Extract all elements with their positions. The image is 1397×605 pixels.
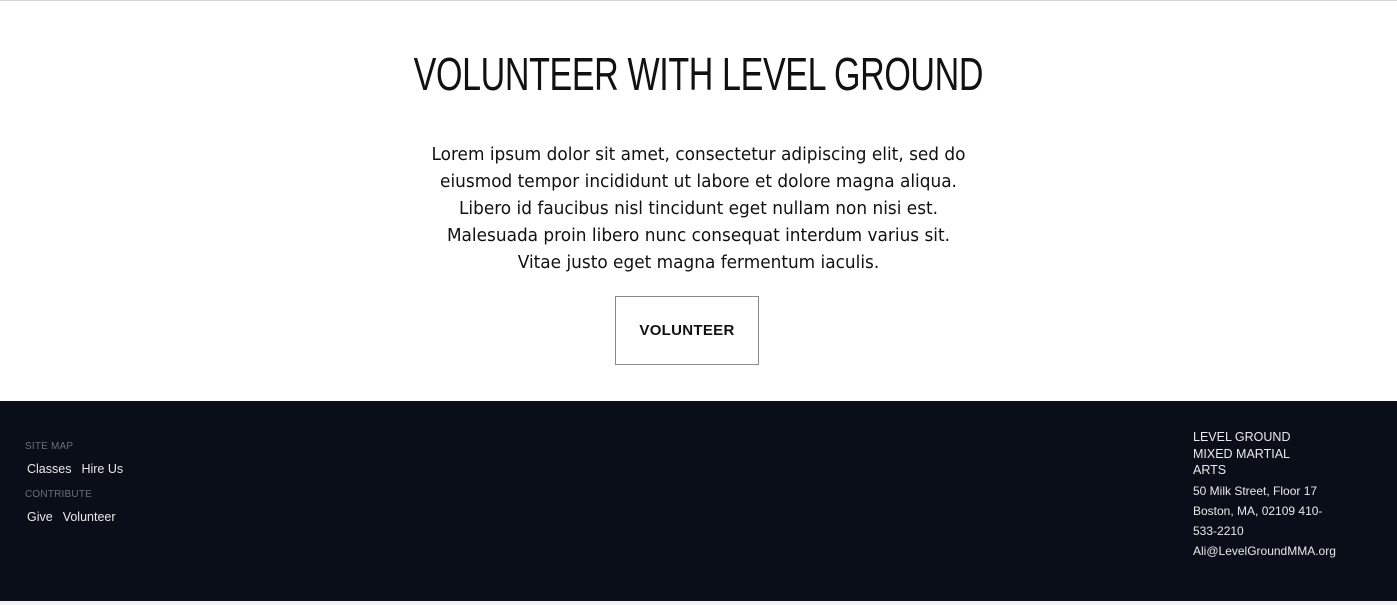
footer-link-volunteer[interactable]: Volunteer	[63, 510, 116, 524]
site-map-label: SITE MAP	[25, 441, 74, 452]
page-title: VOLUNTEER WITH LEVEL GROUND	[413, 48, 984, 100]
address-line: 50 Milk Street, Floor 17	[1193, 483, 1318, 498]
footer-link-hire-us[interactable]: Hire Us	[81, 462, 123, 476]
footer-link-classes[interactable]: Classes	[27, 462, 71, 476]
organization-name: LEVEL GROUND MIXED MARTIAL ARTS	[1193, 430, 1291, 477]
volunteer-section: VOLUNTEER WITH LEVEL GROUND Lorem ipsum …	[0, 1, 1397, 401]
volunteer-button[interactable]: VOLUNTEER	[615, 296, 759, 365]
intro-line: Vitae justo eget magna fermentum iaculis…	[517, 252, 880, 273]
intro-line: Libero id faucibus nisl tincidunt eget n…	[458, 198, 939, 219]
site-footer: SITE MAP Classes Hire Us CONTRIBUTE Give…	[0, 401, 1397, 601]
intro-line: Lorem ipsum dolor sit amet, consectetur …	[431, 144, 966, 165]
intro-line: Malesuada proin libero nunc consequat in…	[446, 225, 951, 246]
intro-paragraph: Lorem ipsum dolor sit amet, consectetur …	[0, 141, 1397, 276]
email-link[interactable]: Ali@LevelGroundMMA.org	[1193, 541, 1353, 561]
page-bottom-edge	[0, 601, 1397, 605]
contact-info: LEVEL GROUND MIXED MARTIAL ARTS 50 Milk …	[1193, 429, 1353, 561]
contribute-label: CONTRIBUTE	[25, 489, 92, 500]
contribute-links: Give Volunteer	[27, 510, 116, 524]
site-map-links: Classes Hire Us	[27, 462, 123, 476]
address-line: Boston, MA, 02109 410-	[1193, 503, 1323, 518]
phone-number: 533-2210	[1193, 523, 1244, 538]
footer-link-give[interactable]: Give	[27, 510, 53, 524]
intro-line: eiusmod tempor incididunt ut labore et d…	[440, 171, 957, 192]
